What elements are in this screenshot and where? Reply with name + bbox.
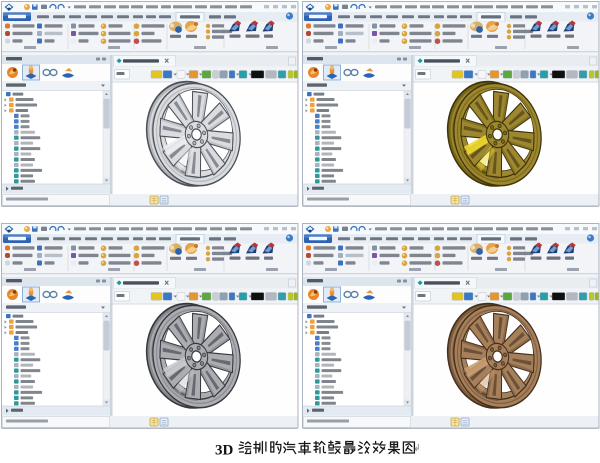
svg-text:3D: 3D <box>215 443 234 459</box>
